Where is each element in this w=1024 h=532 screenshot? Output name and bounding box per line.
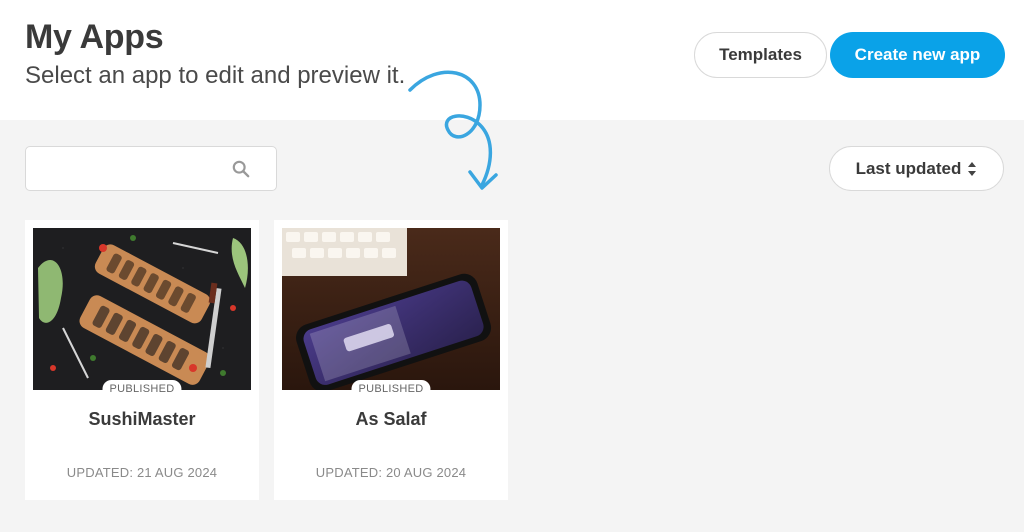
create-new-app-button[interactable]: Create new app [830, 32, 1005, 78]
sort-icon [968, 161, 977, 176]
app-name: As Salaf [355, 409, 427, 429]
search-input[interactable] [36, 155, 226, 183]
status-badge: PUBLISHED [102, 380, 182, 398]
sort-dropdown[interactable]: Last updated [829, 146, 1004, 191]
page-title: My Apps [25, 18, 164, 56]
app-card[interactable]: PUBLISHED As Salaf UPDATED: 20 AUG 2024 [274, 220, 508, 500]
templates-button[interactable]: Templates [694, 32, 827, 78]
app-thumbnail[interactable] [33, 228, 251, 390]
page-subtitle: Select an app to edit and preview it. [25, 62, 406, 89]
status-badge: PUBLISHED [351, 380, 431, 398]
app-updated-date: UPDATED: 21 AUG 2024 [66, 465, 218, 480]
smartphone-on-desk-image [282, 228, 500, 390]
sushi-platter-image [33, 228, 251, 390]
app-thumbnail[interactable] [282, 228, 500, 390]
app-updated-date: UPDATED: 20 AUG 2024 [315, 465, 467, 480]
app-name: SushiMaster [88, 409, 196, 429]
sort-label: Last updated [855, 158, 962, 178]
search-icon[interactable] [232, 160, 250, 178]
search-box[interactable] [25, 146, 277, 191]
app-card[interactable]: PUBLISHED SushiMaster UPDATED: 21 AUG 20… [25, 220, 259, 500]
curly-arrow-icon [408, 70, 498, 190]
